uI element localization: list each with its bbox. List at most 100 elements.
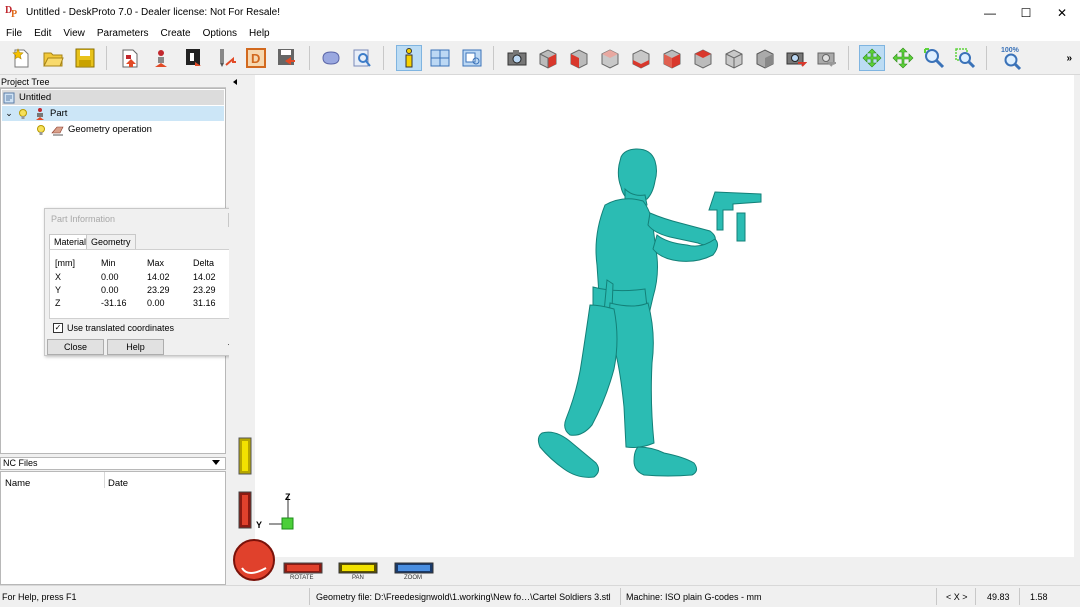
table-cell: Z bbox=[55, 298, 61, 308]
3d-viewport[interactable] bbox=[255, 75, 1074, 557]
open-project-button[interactable] bbox=[40, 45, 66, 71]
tree-item-label: Untitled bbox=[19, 92, 52, 103]
window-title: Untitled - DeskProto 7.0 - Dealer licens… bbox=[26, 7, 280, 18]
axis-z-label: Z bbox=[285, 492, 291, 502]
dropdown-arrow-icon[interactable] bbox=[212, 460, 220, 465]
tree-item-project[interactable]: Untitled bbox=[2, 90, 224, 105]
view-right-cube-icon[interactable] bbox=[628, 45, 654, 71]
collapse-panel-arrow-icon[interactable] bbox=[233, 79, 237, 85]
menu-help[interactable]: Help bbox=[243, 28, 276, 39]
tool-parameters-button[interactable] bbox=[213, 45, 239, 71]
rotate-control-label: ROTATE bbox=[290, 575, 314, 581]
zoom-window-icon[interactable] bbox=[952, 45, 978, 71]
vertical-pan-control[interactable] bbox=[238, 437, 252, 475]
minimize-button[interactable]: — bbox=[972, 0, 1008, 25]
previous-view-icon[interactable] bbox=[783, 45, 809, 71]
part-icon bbox=[33, 107, 47, 121]
view-top-cube-icon[interactable] bbox=[659, 45, 685, 71]
pan-control-label: PAN bbox=[352, 575, 364, 581]
close-window-button[interactable]: ✕ bbox=[1044, 0, 1080, 25]
table-cell: -31.16 bbox=[101, 298, 127, 308]
title-bar: DP Untitled - DeskProto 7.0 - Dealer lic… bbox=[0, 0, 1080, 25]
view-iso-shaded-cube-icon[interactable] bbox=[752, 45, 778, 71]
maximize-button[interactable]: ☐ bbox=[1008, 0, 1044, 25]
menu-options[interactable]: Options bbox=[197, 28, 243, 39]
expand-chevron-icon[interactable]: ⌄ bbox=[2, 108, 16, 119]
table-cell: 0.00 bbox=[101, 272, 119, 282]
status-axis-navigator[interactable]: < X > bbox=[946, 592, 968, 602]
zoom-100-button[interactable]: 100% bbox=[999, 45, 1025, 71]
nc-files-list[interactable]: Name Date bbox=[0, 471, 226, 585]
table-header: Delta bbox=[193, 258, 215, 268]
zoom-mode-icon[interactable] bbox=[921, 45, 947, 71]
checkbox-label: Use translated coordinates bbox=[67, 323, 175, 333]
menu-bar: File Edit View Parameters Create Options… bbox=[0, 25, 1080, 41]
menu-parameters[interactable]: Parameters bbox=[91, 28, 155, 39]
rotate-dial-control[interactable] bbox=[232, 538, 276, 582]
tree-item-part[interactable]: ⌄ Part bbox=[2, 106, 224, 121]
simulation-button[interactable] bbox=[318, 45, 344, 71]
table-header: [mm] bbox=[55, 258, 75, 268]
window-view-button[interactable] bbox=[459, 45, 485, 71]
geometry-operation-icon bbox=[51, 123, 65, 137]
view-iso-cube-icon[interactable] bbox=[721, 45, 747, 71]
main-toolbar: D 100% » bbox=[0, 41, 1080, 75]
axis-origin-cube-icon bbox=[281, 517, 294, 530]
part-dimensions-table: [mm] Min Max Delta X 0.00 14.02 14.02 Y … bbox=[49, 249, 242, 319]
menu-file[interactable]: File bbox=[0, 28, 28, 39]
view-left-cube-icon[interactable] bbox=[597, 45, 623, 71]
part-info-button[interactable] bbox=[396, 45, 422, 71]
preview-button[interactable] bbox=[349, 45, 375, 71]
table-cell: 14.02 bbox=[147, 272, 170, 282]
soldier-model bbox=[269, 148, 762, 530]
save-nc-button[interactable] bbox=[273, 45, 299, 71]
use-translated-coordinates-checkbox[interactable]: ✓ Use translated coordinates bbox=[53, 323, 174, 333]
menu-create[interactable]: Create bbox=[155, 28, 197, 39]
vertical-rotate-control[interactable] bbox=[238, 491, 252, 529]
table-cell: 14.02 bbox=[193, 272, 216, 282]
tree-item-label: Geometry operation bbox=[68, 124, 152, 135]
tree-item-geometry-operation[interactable]: Geometry operation bbox=[34, 122, 224, 137]
svg-text:D: D bbox=[251, 51, 260, 66]
tab-material[interactable]: Material bbox=[49, 234, 92, 250]
nc-files-dropdown[interactable]: NC Files bbox=[0, 457, 226, 470]
lightbulb-icon[interactable] bbox=[34, 123, 48, 137]
pan-slider-control[interactable] bbox=[338, 562, 378, 574]
new-project-button[interactable] bbox=[8, 45, 34, 71]
tab-geometry[interactable]: Geometry bbox=[86, 234, 136, 249]
create-toolpaths-button[interactable]: D bbox=[243, 45, 269, 71]
view-bottom-cube-icon[interactable] bbox=[690, 45, 716, 71]
rotate-mode-icon[interactable] bbox=[859, 45, 885, 71]
rotate-slider-control[interactable] bbox=[283, 562, 323, 574]
menu-view[interactable]: View bbox=[57, 28, 91, 39]
column-header-name[interactable]: Name bbox=[5, 478, 30, 489]
help-button[interactable]: Help bbox=[107, 339, 164, 355]
operation-parameters-button[interactable] bbox=[181, 45, 207, 71]
lightbulb-icon[interactable] bbox=[16, 107, 30, 121]
status-bar: For Help, press F1 Geometry file: D:\Fre… bbox=[0, 585, 1080, 607]
close-button[interactable]: Close bbox=[47, 339, 104, 355]
view-front-cube-icon[interactable] bbox=[535, 45, 561, 71]
table-cell: 31.16 bbox=[193, 298, 216, 308]
load-part-button[interactable] bbox=[117, 45, 143, 71]
zoom-slider-control[interactable] bbox=[394, 562, 434, 574]
camera-view-icon[interactable] bbox=[504, 45, 530, 71]
view-back-cube-icon[interactable] bbox=[566, 45, 592, 71]
column-header-date[interactable]: Date bbox=[108, 478, 128, 489]
part-parameters-button[interactable] bbox=[149, 45, 175, 71]
project-icon bbox=[2, 91, 16, 105]
save-project-button[interactable] bbox=[72, 45, 98, 71]
checkbox-box[interactable]: ✓ bbox=[53, 323, 63, 333]
project-tree-header: Project Tree bbox=[0, 77, 226, 88]
status-geometry-file: Geometry file: D:\Freedesignwold\1.worki… bbox=[316, 592, 611, 602]
pan-mode-icon[interactable] bbox=[890, 45, 916, 71]
table-header: Max bbox=[147, 258, 165, 268]
table-cell: X bbox=[55, 272, 62, 282]
toolbar-overflow-button[interactable]: » bbox=[1066, 53, 1072, 64]
layout-view-button[interactable] bbox=[427, 45, 453, 71]
next-view-icon[interactable] bbox=[814, 45, 840, 71]
table-cell: 23.29 bbox=[193, 285, 216, 295]
axis-y-label: Y bbox=[256, 520, 263, 530]
status-coordinate-2: 1.58 bbox=[1030, 592, 1048, 602]
menu-edit[interactable]: Edit bbox=[28, 28, 57, 39]
